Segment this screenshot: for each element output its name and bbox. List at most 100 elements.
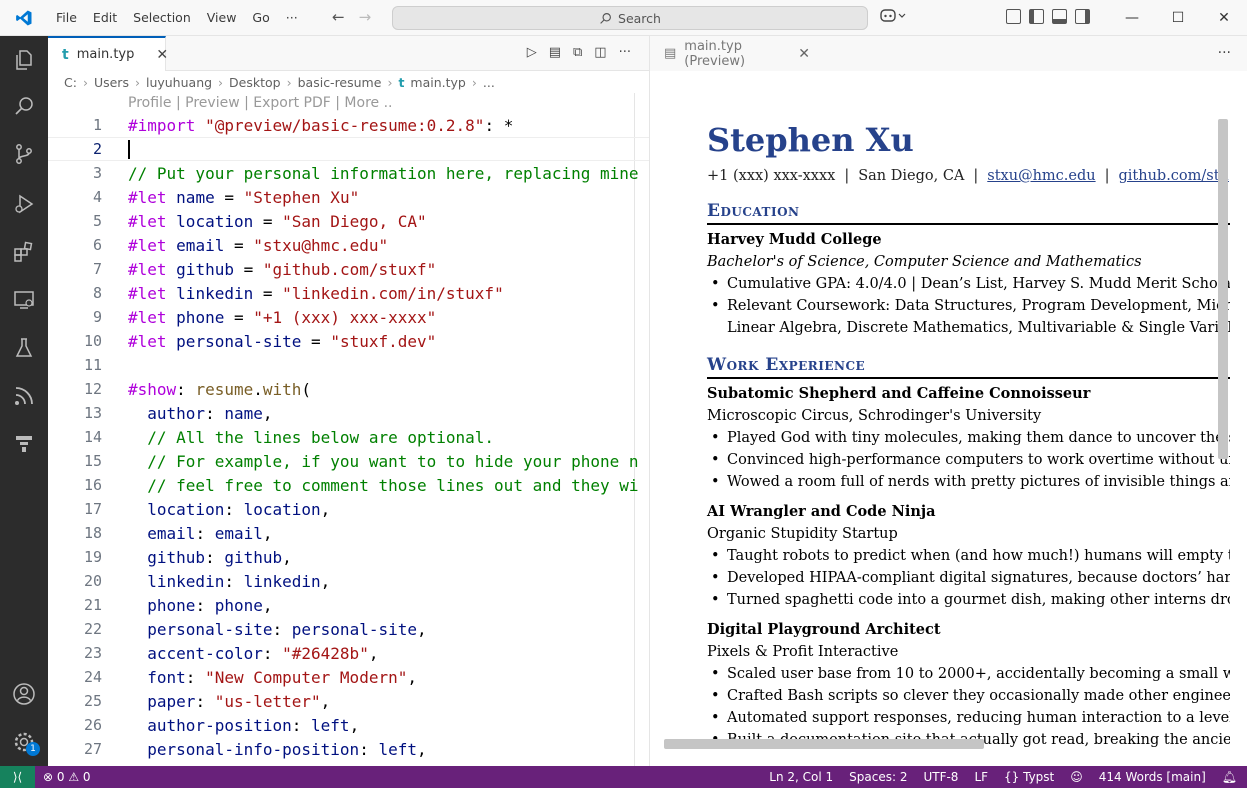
separator: | (1104, 168, 1110, 184)
code-line[interactable]: 9 #let phone = "+1 (xxx) xxx-xxxx" (48, 305, 649, 329)
cursor-position[interactable]: Ln 2, Col 1 (769, 770, 833, 784)
toggle-primary-sidebar-icon[interactable] (1029, 9, 1044, 24)
breadcrumb-item[interactable]: ... (483, 75, 495, 90)
command-center-label: Search (618, 10, 661, 26)
notifications-icon[interactable]: 🔔︎ (1222, 770, 1237, 784)
menu-go[interactable]: Go (244, 10, 277, 25)
code-area[interactable]: 1 #import "@preview/basic-resume:0.2.8": … (48, 113, 649, 761)
menu-selection[interactable]: Selection (125, 10, 199, 25)
code-line[interactable]: 8 #let linkedin = "linkedin.com/in/stuxf" (48, 281, 649, 305)
run-preview-icon[interactable]: ▷ (527, 45, 537, 60)
remote-explorer-icon[interactable] (12, 288, 36, 312)
close-window-icon[interactable]: ✕ (1201, 0, 1247, 36)
code-line[interactable]: 26 author-position: left, (48, 713, 649, 737)
preview-pane: ▤ main.typ (Preview) ✕ ··· Stephen Xu +1… (650, 36, 1247, 766)
menu-view[interactable]: View (199, 10, 245, 25)
code-line[interactable]: 4 #let name = "Stephen Xu" (48, 185, 649, 209)
code-line[interactable]: 21 phone: phone, (48, 593, 649, 617)
remote-indicator-icon[interactable]: ⟩⟨ (0, 766, 35, 788)
run-debug-icon[interactable] (12, 192, 36, 216)
code-line[interactable]: 27 personal-info-position: left, (48, 737, 649, 761)
code-line[interactable]: 20 linkedin: linkedin, (48, 569, 649, 593)
encoding[interactable]: UTF-8 (923, 770, 958, 784)
resume-document: Stephen Xu +1 (xxx) xxx-xxxx | San Diego, … (650, 71, 1230, 751)
breadcrumb-item[interactable]: main.typ (410, 75, 465, 90)
code-line[interactable]: 25 paper: "us-letter", (48, 689, 649, 713)
code-line[interactable]: 13 author: name, (48, 401, 649, 425)
explorer-icon[interactable] (12, 48, 36, 72)
code-line[interactable]: 12 #show: resume.with( (48, 377, 649, 401)
code-line[interactable]: 7 #let github = "github.com/stuxf" (48, 257, 649, 281)
resume-github-link[interactable]: github.com/stu (1118, 168, 1228, 184)
extensions-icon[interactable] (12, 240, 36, 264)
breadcrumb-item[interactable]: C: (64, 75, 77, 90)
close-tab-icon[interactable]: ✕ (156, 47, 168, 63)
word-count[interactable]: 414 Words [main] (1099, 770, 1206, 784)
code-line[interactable]: 16 // feel free to comment those lines o… (48, 473, 649, 497)
toggle-secondary-sidebar-icon[interactable] (1075, 9, 1090, 24)
breadcrumb-item[interactable]: Users (94, 75, 129, 90)
toggle-panel-icon[interactable] (1052, 9, 1067, 24)
line-number: 16 (83, 476, 102, 494)
preview-horizontal-scrollbar[interactable] (664, 739, 984, 749)
menu-file[interactable]: File (48, 10, 85, 25)
minimize-icon[interactable]: — (1109, 0, 1155, 36)
list-item: Cumulative GPA: 4.0/4.0 | Dean’s List, H… (707, 273, 1230, 295)
copilot-icon[interactable] (880, 8, 906, 26)
split-editor-icon[interactable]: ◫ (594, 45, 606, 60)
close-preview-tab-icon[interactable]: ✕ (798, 46, 810, 62)
problems-indicator[interactable]: ⊗ 0 ⚠ 0 (43, 770, 91, 784)
search-view-icon[interactable] (12, 94, 36, 118)
code-line[interactable]: 19 github: github, (48, 545, 649, 569)
menu-edit[interactable]: Edit (85, 10, 125, 25)
breadcrumb-item[interactable]: luyuhuang (146, 75, 212, 90)
account-icon[interactable] (12, 682, 36, 706)
testing-icon[interactable] (12, 336, 36, 360)
tab-main-typ[interactable]: t main.typ ✕ (48, 36, 168, 71)
forward-arrow-icon[interactable]: → (359, 8, 372, 26)
breadcrumb-item[interactable]: Desktop (229, 75, 281, 90)
code-line[interactable]: 23 accent-color: "#26428b", (48, 641, 649, 665)
preview-more-icon[interactable]: ··· (1218, 45, 1231, 61)
code-line[interactable]: 2 (48, 137, 649, 161)
code-line[interactable]: 14 // All the lines below are optional. (48, 425, 649, 449)
line-number: 6 (92, 236, 102, 254)
resume-email-link[interactable]: stxu@hmc.edu (987, 168, 1095, 184)
maximize-icon[interactable]: ☐ (1155, 0, 1201, 36)
line-number: 22 (83, 620, 102, 638)
export-pdf-icon[interactable]: ▤ (549, 45, 561, 60)
code-line[interactable]: 1 #import "@preview/basic-resume:0.2.8": … (48, 113, 649, 137)
code-text: // Put your personal information here, r… (128, 163, 639, 183)
code-line[interactable]: 10 #let personal-site = "stuxf.dev" (48, 329, 649, 353)
language-mode[interactable]: {} Typst (1004, 770, 1054, 784)
open-preview-side-icon[interactable]: ⧉ (573, 45, 582, 60)
indentation[interactable]: Spaces: 2 (849, 770, 907, 784)
code-line[interactable]: 17 location: location, (48, 497, 649, 521)
section-rule (707, 377, 1230, 379)
back-arrow-icon[interactable]: ← (332, 8, 345, 26)
menu-more[interactable]: ··· (278, 10, 306, 25)
line-number: 20 (83, 572, 102, 590)
preview-vertical-scrollbar[interactable] (1218, 119, 1228, 459)
codelens-actions[interactable]: Profile | Preview | Export PDF | More .. (128, 95, 393, 111)
feed-icon[interactable] (12, 384, 36, 408)
code-line[interactable]: 5 #let location = "San Diego, CA" (48, 209, 649, 233)
code-line[interactable]: 24 font: "New Computer Modern", (48, 665, 649, 689)
more-actions-icon[interactable]: ··· (619, 45, 631, 60)
tab-preview[interactable]: ▤ main.typ (Preview) ✕ (650, 36, 810, 71)
code-text: accent-color: "#26428b", (147, 643, 379, 663)
code-line[interactable]: 6 #let email = "stxu@hmc.edu" (48, 233, 649, 257)
code-line[interactable]: 3 // Put your personal information here, … (48, 161, 649, 185)
customize-layout-icon[interactable] (1006, 9, 1021, 24)
code-line[interactable]: 15 // For example, if you want to to hid… (48, 449, 649, 473)
code-text: // feel free to comment those lines out … (128, 475, 639, 495)
command-center-search[interactable]: Search (392, 6, 868, 30)
source-control-icon[interactable] (12, 142, 36, 166)
code-line[interactable]: 18 email: email, (48, 521, 649, 545)
breadcrumb-item[interactable]: basic-resume (298, 75, 382, 90)
code-line[interactable]: 11 (48, 353, 649, 377)
copilot-status-icon[interactable]: ☺ (1070, 770, 1083, 784)
code-line[interactable]: 22 personal-site: personal-site, (48, 617, 649, 641)
end-of-line[interactable]: LF (974, 770, 988, 784)
typst-icon[interactable] (12, 432, 36, 456)
